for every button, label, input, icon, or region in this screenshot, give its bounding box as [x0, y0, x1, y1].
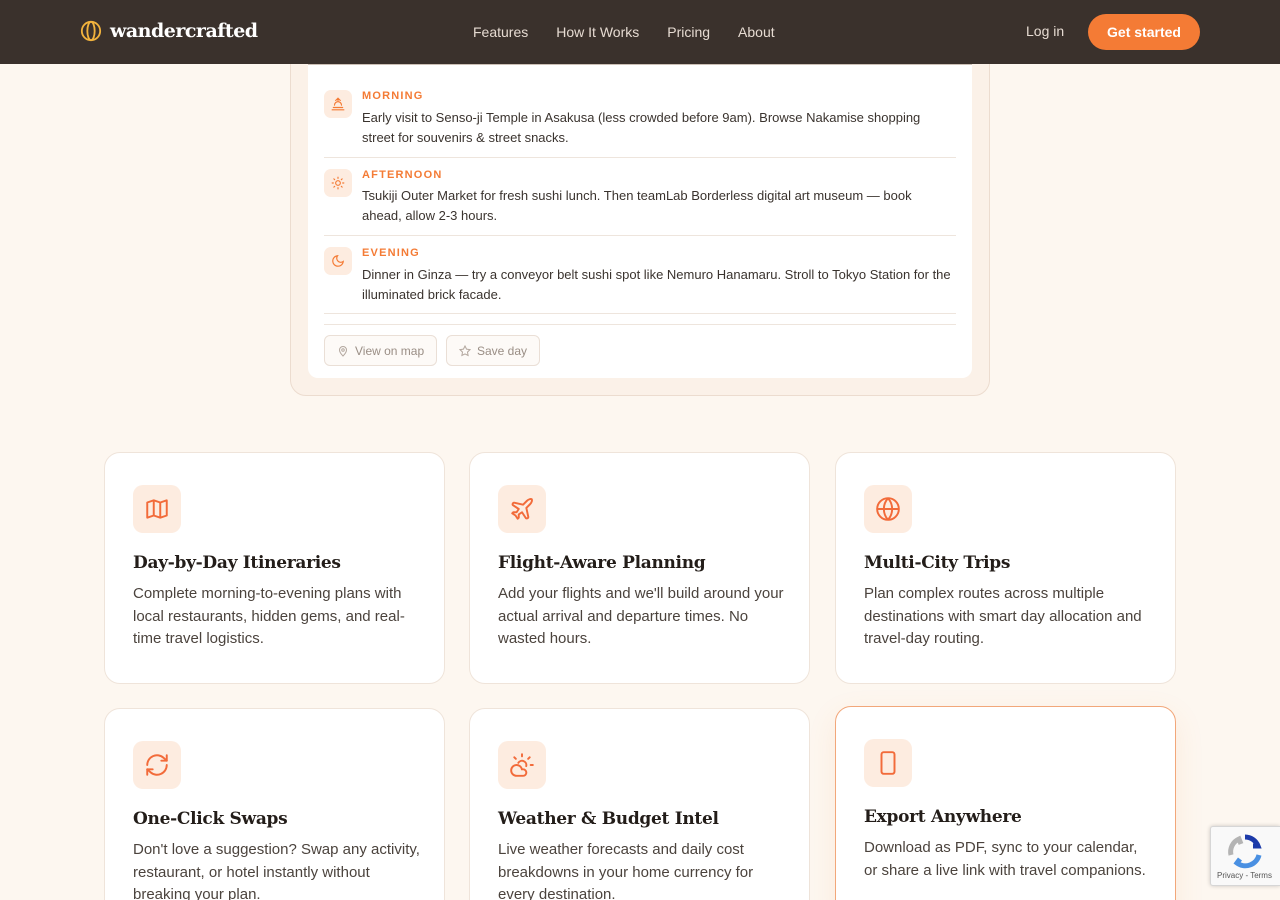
nav-link-how-it-works[interactable]: How It Works [556, 24, 639, 40]
feature-title: Flight-Aware Planning [498, 553, 706, 573]
weather-icon [498, 741, 546, 789]
tablet-icon [864, 739, 912, 787]
feature-description: Don't love a suggestion? Swap any activi… [133, 841, 420, 900]
feature-card-itineraries: Day-by-Day Itineraries Complete morning-… [104, 452, 445, 684]
login-link[interactable]: Log in [1026, 23, 1064, 39]
map-icon [133, 485, 181, 533]
slot-label: EVENING [362, 247, 420, 259]
nav-link-about[interactable]: About [738, 24, 775, 40]
map-pin-icon [338, 345, 348, 357]
globe-icon [864, 485, 912, 533]
recaptcha-footer-text[interactable]: Privacy - Terms [1217, 871, 1272, 880]
feature-title: Day-by-Day Itineraries [133, 553, 341, 573]
refresh-icon [133, 741, 181, 789]
slot-label: AFTERNOON [362, 169, 443, 181]
plane-icon [498, 485, 546, 533]
slot-description: Early visit to Senso-ji Temple in Asakus… [362, 110, 921, 145]
star-icon [459, 344, 471, 356]
nav-link-pricing[interactable]: Pricing [667, 24, 710, 40]
feature-card-weather-budget: Weather & Budget Intel Live weather fore… [469, 708, 810, 900]
feature-description: Download as PDF, sync to your calendar, … [864, 839, 1146, 879]
feature-title: One-Click Swaps [133, 809, 288, 829]
sunrise-icon [324, 90, 352, 118]
brand-logo[interactable]: wandercrafted [80, 20, 258, 42]
feature-description: Plan complex routes across multiple dest… [864, 585, 1142, 647]
get-started-button[interactable]: Get started [1088, 14, 1200, 50]
feature-description: Add your flights and we'll build around … [498, 585, 784, 647]
view-on-map-label: View on map [355, 343, 425, 358]
feature-card-export: Export Anywhere Download as PDF, sync to… [835, 706, 1176, 900]
feature-title: Weather & Budget Intel [498, 809, 719, 829]
recaptcha-icon [1228, 834, 1262, 869]
feature-card-swaps: One-Click Swaps Don't love a suggestion?… [104, 708, 445, 900]
feature-card-flight-aware: Flight-Aware Planning Add your flights a… [469, 452, 810, 684]
view-on-map-button[interactable]: View on map [324, 335, 438, 366]
save-day-button[interactable]: Save day [446, 335, 541, 366]
nav-link-features[interactable]: Features [473, 24, 528, 40]
moon-icon [324, 247, 352, 275]
globe-logo-icon [80, 20, 102, 42]
recaptcha-badge[interactable]: Privacy - Terms [1210, 826, 1280, 886]
itinerary-slot-afternoon: AFTERNOON Tsukiji Outer Market for fresh… [324, 158, 956, 236]
nav-links: Features How It Works Pricing About [473, 0, 775, 64]
feature-card-multi-city: Multi-City Trips Plan complex routes acr… [835, 452, 1176, 684]
divider [324, 324, 956, 325]
feature-description: Live weather forecasts and daily cost br… [498, 841, 754, 900]
itinerary-slot-morning: MORNING Early visit to Senso-ji Temple i… [324, 80, 956, 158]
feature-title: Export Anywhere [864, 807, 1022, 827]
slot-label: MORNING [362, 90, 424, 102]
feature-title: Multi-City Trips [864, 553, 1011, 573]
slot-description: Tsukiji Outer Market for fresh sushi lun… [362, 188, 912, 223]
save-day-label: Save day [477, 343, 528, 358]
slot-description: Dinner in Ginza — try a conveyor belt su… [362, 267, 951, 302]
feature-description: Complete morning-to-evening plans with l… [133, 585, 405, 647]
nav-divider [308, 64, 972, 65]
top-navigation-bar: wandercrafted Features How It Works Pric… [0, 0, 1280, 64]
sun-icon [324, 169, 352, 197]
brand-name: wandercrafted [110, 20, 258, 42]
itinerary-slot-evening: EVENING Dinner in Ginza — try a conveyor… [324, 236, 956, 314]
